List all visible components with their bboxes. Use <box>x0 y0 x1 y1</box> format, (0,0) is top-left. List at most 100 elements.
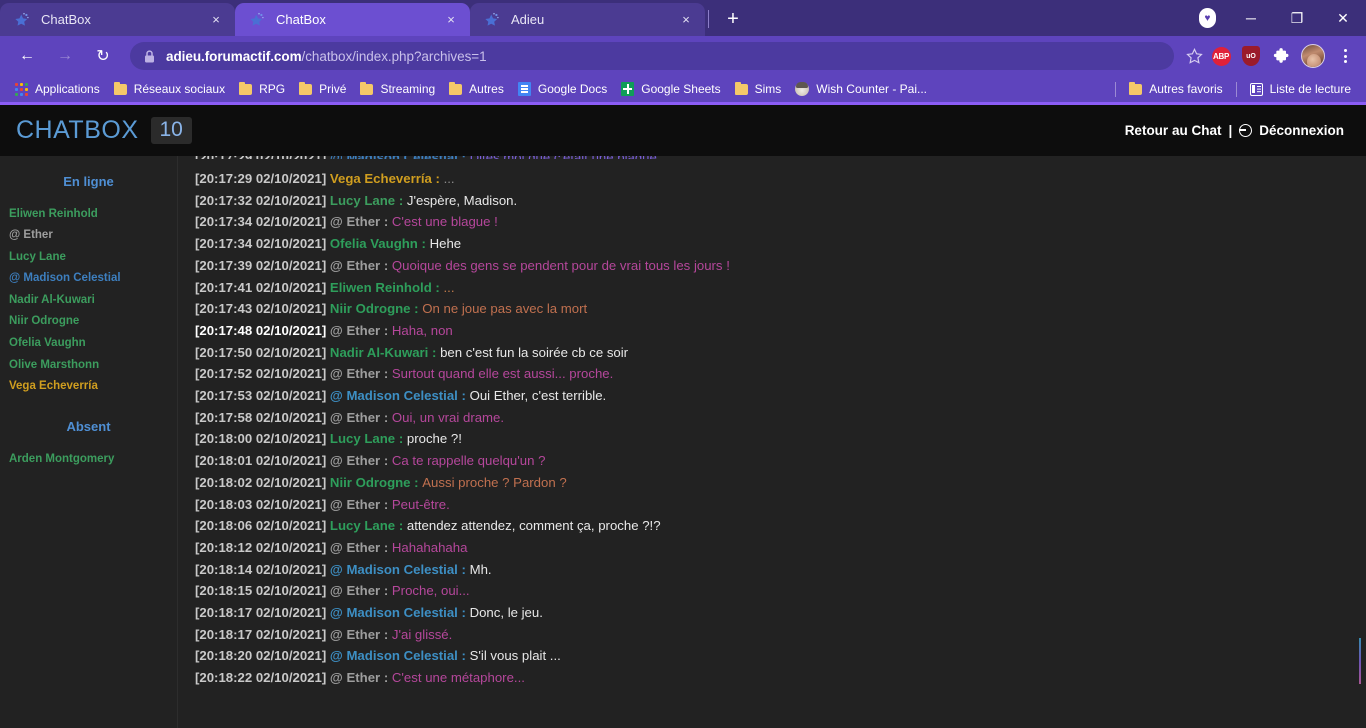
page-title: CHATBOX <box>16 116 139 144</box>
online-user-6[interactable]: Niir Odrogne <box>0 311 177 333</box>
lock-icon <box>144 49 155 63</box>
message-author: @ Ether <box>329 626 381 642</box>
bookmark-item-10[interactable]: Wish Counter - Pai... <box>788 78 934 100</box>
forward-button[interactable]: → <box>50 41 80 71</box>
message-list[interactable]: [20:17:29 02/10/2021] @ Madison Celestia… <box>178 156 1366 728</box>
message-text: ben c'est fun la soirée cb ce soir <box>440 344 629 360</box>
message-author: @ Madison Celestial <box>329 648 458 664</box>
chat-message-22: [20:18:17 02/10/2021] @ Madison Celestia… <box>195 602 1366 624</box>
bookmark-item-8[interactable]: Google Sheets <box>614 78 727 100</box>
online-user-9[interactable]: Vega Echeverría <box>0 376 177 398</box>
ublock-origin-icon[interactable]: uO <box>1238 43 1264 69</box>
message-colon: : <box>457 648 470 664</box>
maximize-button[interactable]: ❐ <box>1274 0 1320 36</box>
message-timestamp: [20:18:17 02/10/2021] <box>195 605 327 621</box>
message-colon: : <box>457 605 470 621</box>
bookmark-liste-de-lecture[interactable]: Liste de lecture <box>1243 78 1358 100</box>
browser-window: ChatBox × ChatBox × Adieu × + ♥ ─ ❐ ✕ ← → ↻ a… <box>0 0 1366 728</box>
message-colon: : <box>380 366 392 382</box>
window-controls: ♥ ─ ❐ ✕ <box>1199 0 1366 36</box>
message-timestamp: [20:18:14 02/10/2021] <box>195 561 327 577</box>
message-timestamp: [20:17:52 02/10/2021] <box>195 366 327 382</box>
chatbox-body: En ligne Eliwen Reinhold @ Ether Lucy Lane… <box>0 156 1366 728</box>
bookmark-item-3[interactable]: RPG <box>232 78 292 100</box>
browser-tab-1[interactable]: ChatBox × <box>0 3 235 36</box>
message-author: @ Madison Celestial <box>329 605 458 621</box>
bookmark-item-1[interactable]: Applications <box>8 78 107 100</box>
browser-tab-3[interactable]: Adieu × <box>470 3 705 36</box>
message-timestamp: [20:18:20 02/10/2021] <box>195 648 327 664</box>
bookmark-item-4[interactable]: Privé <box>292 78 353 100</box>
minimize-button[interactable]: ─ <box>1228 0 1274 36</box>
online-user-4[interactable]: @ Madison Celestial <box>0 268 177 290</box>
profile-avatar[interactable] <box>1301 44 1325 68</box>
online-user-7[interactable]: Ofelia Vaughn <box>0 332 177 354</box>
logout-link[interactable]: Déconnexion <box>1259 123 1344 138</box>
bookmark-label: Streaming <box>380 82 436 96</box>
message-text: Quoique des gens se pendent pour de vrai… <box>391 257 730 273</box>
extensions-puzzle-icon[interactable] <box>1268 43 1294 69</box>
message-colon: : <box>431 171 444 186</box>
message-author: @ Ether <box>329 539 381 555</box>
message-text: Ca te rappelle quelqu'un ? <box>391 453 546 469</box>
online-user-1[interactable]: Eliwen Reinhold <box>0 203 177 225</box>
adblock-plus-icon[interactable]: ABP <box>1208 43 1234 69</box>
tab-close-button[interactable]: × <box>442 11 460 29</box>
bookmarks-divider-2 <box>1235 81 1237 97</box>
message-text: Hehe <box>429 236 462 252</box>
bookmark-item-7[interactable]: Google Docs <box>511 78 614 100</box>
message-text: J'ai glissé. <box>391 626 453 642</box>
message-colon: : <box>417 236 430 252</box>
message-timestamp: [20:18:22 02/10/2021] <box>195 670 327 686</box>
page-content: CHATBOX 10 Retour au Chat | Déconnexion … <box>0 102 1366 728</box>
chat-message-11: [20:17:52 02/10/2021] @ Ether : Surtout … <box>195 363 1366 385</box>
bookmark-item-2[interactable]: Réseaux sociaux <box>107 78 232 100</box>
online-user-2[interactable]: @ Ether <box>0 225 177 247</box>
message-text: Oui, un vrai drame. <box>391 409 505 425</box>
chat-message-25: [20:18:22 02/10/2021] @ Ether : C'est un… <box>195 667 1366 689</box>
message-timestamp: [20:18:00 02/10/2021] <box>195 431 327 447</box>
bookmark-item-9[interactable]: Sims <box>728 78 789 100</box>
window-close-button[interactable]: ✕ <box>1320 0 1366 36</box>
tab-separator <box>708 10 709 28</box>
message-text: Oui Ether, c'est terrible. <box>469 388 607 404</box>
heart-badge-icon[interactable]: ♥ <box>1199 8 1216 28</box>
chatbox-header: CHATBOX 10 Retour au Chat | Déconnexion <box>0 105 1366 156</box>
tab-close-button[interactable]: × <box>677 11 695 29</box>
back-to-chat-link[interactable]: Retour au Chat <box>1125 123 1222 138</box>
folder-icon <box>239 81 253 95</box>
member-sidebar: En ligne Eliwen Reinhold @ Ether Lucy Lane… <box>0 156 178 728</box>
message-colon: : <box>380 539 392 555</box>
bookmark-item-5[interactable]: Streaming <box>353 78 442 100</box>
message-author: @ Ether <box>329 214 381 230</box>
new-tab-button[interactable]: + <box>718 4 748 34</box>
bookmark-label: Autres favoris <box>1149 82 1223 96</box>
chat-message-6: [20:17:39 02/10/2021] @ Ether : Quoique … <box>195 255 1366 277</box>
message-colon: : <box>458 156 470 159</box>
tab-strip: ChatBox × ChatBox × Adieu × + ♥ ─ ❐ ✕ <box>0 0 1366 36</box>
message-author: Niir Odrogne <box>329 301 411 317</box>
bookmark-star-icon[interactable] <box>1182 44 1206 68</box>
online-user-8[interactable]: Olive Marsthonn <box>0 354 177 376</box>
online-user-3[interactable]: Lucy Lane <box>0 246 177 268</box>
message-colon: : <box>395 192 407 208</box>
bookmark-label: Wish Counter - Pai... <box>816 82 927 96</box>
browser-tab-2[interactable]: ChatBox × <box>235 3 470 36</box>
reload-button[interactable]: ↻ <box>88 41 118 71</box>
chat-message-13: [20:17:58 02/10/2021] @ Ether : Oui, un … <box>195 407 1366 429</box>
chrome-menu-icon[interactable] <box>1332 43 1358 69</box>
bookmarks-bar-right: Autres favoris Liste de lecture <box>1109 76 1358 102</box>
bookmark-label: Privé <box>319 82 347 96</box>
folder-icon <box>1129 81 1143 95</box>
tab-close-button[interactable]: × <box>207 11 225 29</box>
back-button[interactable]: ← <box>12 41 42 71</box>
message-text: S'il vous plait ... <box>469 648 561 664</box>
blue-star-icon <box>249 12 265 28</box>
online-user-5[interactable]: Nadir Al-Kuwari <box>0 289 177 311</box>
bookmarks-bar: Applications Réseaux sociaux RPG Privé Strea… <box>0 76 1366 102</box>
bookmark-autres-favoris[interactable]: Autres favoris <box>1122 78 1229 100</box>
message-colon: : <box>380 496 392 512</box>
bookmark-item-6[interactable]: Autres <box>442 78 511 100</box>
absent-user-1[interactable]: Arden Montgomery <box>0 448 177 470</box>
address-bar[interactable]: adieu.forumactif.com/chatbox/index.php?a… <box>130 42 1174 70</box>
